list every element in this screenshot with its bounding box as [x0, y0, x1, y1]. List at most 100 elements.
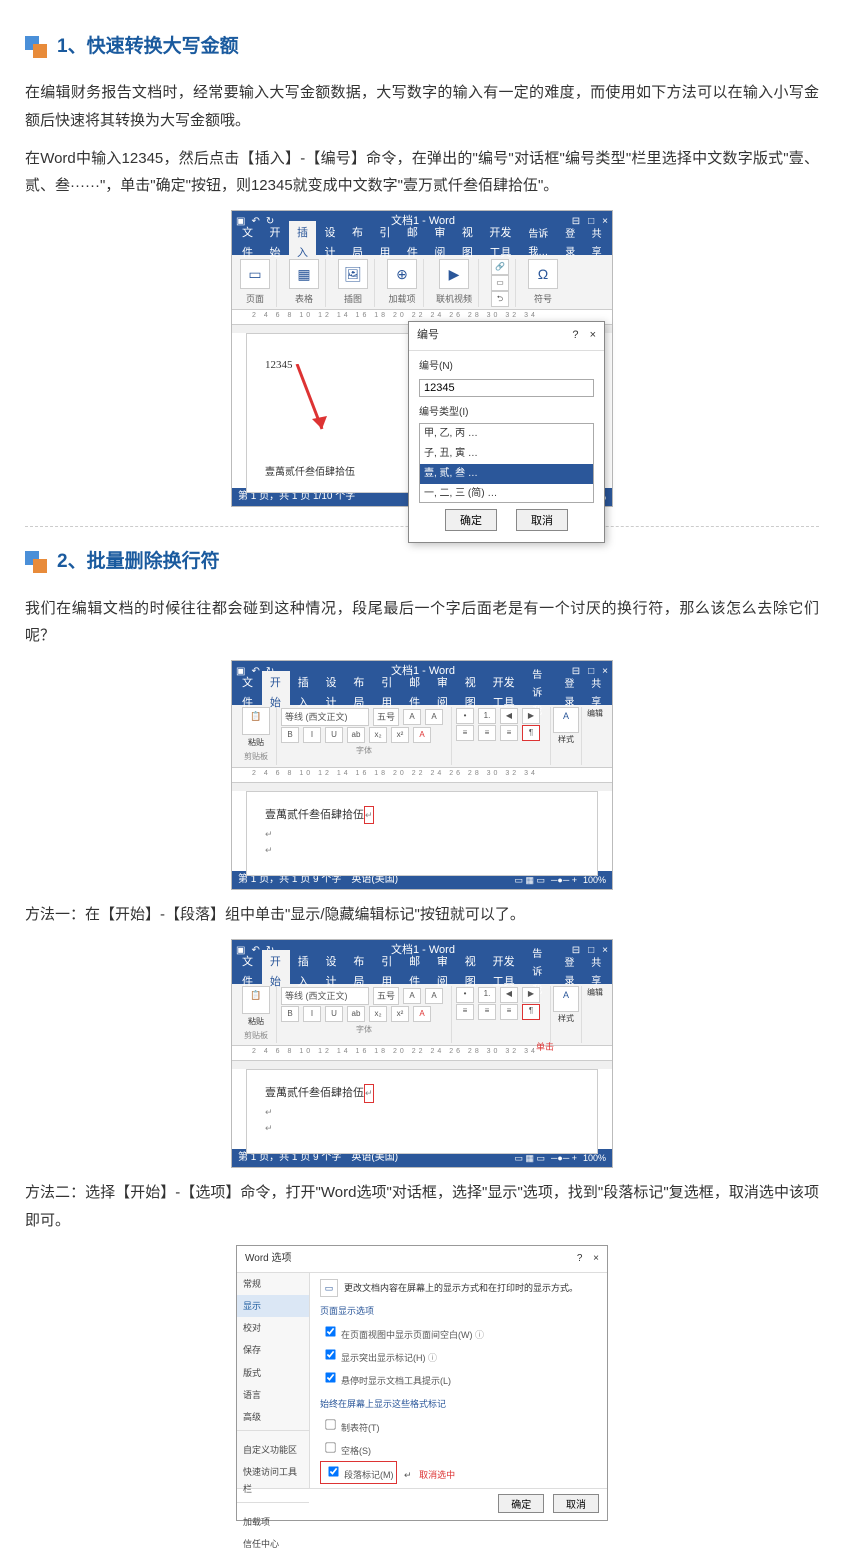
side-save[interactable]: 保存 [237, 1339, 309, 1361]
align-l-icon[interactable]: ≡ [456, 1004, 474, 1020]
options-main: ▭ 更改文档内容在屏幕上的显示方式和在打印时的显示方式。 页面显示选项 在页面视… [310, 1273, 607, 1488]
color-icon[interactable]: A [413, 727, 431, 743]
strike-icon[interactable]: ab [347, 1006, 365, 1022]
dialog-help-icon[interactable]: ? [577, 1253, 583, 1264]
align-c-icon[interactable]: ≡ [478, 725, 496, 741]
number-type-list[interactable]: 甲, 乙, 丙 … 子, 丑, 寅 … 壹, 贰, 叁 … 一, 二, 三 (简… [419, 423, 594, 503]
symbol-btn[interactable]: Ω [528, 259, 558, 289]
dialog-help-icon[interactable]: ? [572, 329, 578, 341]
table-btn[interactable]: ▦ [289, 259, 319, 289]
shrink-font-icon[interactable]: A [425, 988, 443, 1004]
grow-font-icon[interactable]: A [403, 988, 421, 1004]
doc-page[interactable]: 12345 壹萬贰仟叁佰肆拾伍 [246, 333, 434, 493]
word-options-dialog: Word 选项 ? × 常规 显示 校对 保存 版式 语言 高级 自定义功能区 … [236, 1245, 608, 1521]
font-size[interactable]: 五号 [373, 987, 399, 1005]
side-layout[interactable]: 版式 [237, 1362, 309, 1384]
addin-btn[interactable]: ⊕ [387, 259, 417, 289]
bookmark-icon[interactable]: ▭ [491, 275, 509, 291]
cb-space[interactable]: 空格(S) [320, 1438, 597, 1459]
numbering-icon[interactable]: 1. [478, 987, 496, 1003]
side-proofing[interactable]: 校对 [237, 1317, 309, 1339]
dialog-close-icon[interactable]: × [593, 1253, 599, 1264]
sub-icon[interactable]: x₂ [369, 1006, 387, 1022]
xref-icon[interactable]: ⮌ [491, 291, 509, 307]
numbering-icon[interactable]: 1. [478, 708, 496, 724]
cb-whitespace[interactable]: 在页面视图中显示页面间空白(W) ⓘ [320, 1322, 597, 1343]
link-icon[interactable]: 🔗 [491, 259, 509, 275]
indent-l-icon[interactable]: ◀ [500, 708, 518, 724]
number-input[interactable] [419, 379, 594, 397]
group1-title: 页面显示选项 [320, 1303, 597, 1319]
edit-group: 编辑 [582, 986, 608, 1044]
font-name[interactable]: 等线 (西文正文) [281, 987, 369, 1005]
align-r-icon[interactable]: ≡ [500, 725, 518, 741]
italic-icon[interactable]: I [303, 727, 321, 743]
cb-tooltip[interactable]: 悬停时显示文档工具提示(L) [320, 1368, 597, 1389]
paste-button[interactable]: 📋 [242, 707, 270, 735]
side-qat[interactable]: 快速访问工具栏 [237, 1461, 309, 1499]
align-c-icon[interactable]: ≡ [478, 1004, 496, 1020]
section-1-para-2: 在Word中输入12345，然后点击【插入】-【编号】命令，在弹出的"编号"对话… [25, 145, 819, 201]
doc-page[interactable]: 壹萬贰仟叁佰肆拾伍↵ ↵ ↵ [246, 791, 598, 876]
dialog-title: 编号 ? × [409, 322, 604, 351]
side-custom-ribbon[interactable]: 自定义功能区 [237, 1439, 309, 1461]
style-btn[interactable]: A [553, 986, 579, 1012]
word-window: ▣ ↶ ↻ 文档1 - Word ⊟ □ × 文件 开始 插入 设计 布局 引用… [231, 210, 613, 507]
cb-highlight[interactable]: 显示突出显示标记(H) ⓘ [320, 1345, 597, 1366]
font-name[interactable]: 等线 (西文正文) [281, 708, 369, 726]
align-r-icon[interactable]: ≡ [500, 1004, 518, 1020]
bullets-icon[interactable]: • [456, 708, 474, 724]
clipboard-group: 📋 粘贴 剪贴板 [236, 707, 277, 765]
side-general[interactable]: 常规 [237, 1273, 309, 1295]
sup-icon[interactable]: x² [391, 727, 409, 743]
options-cancel-button[interactable]: 取消 [553, 1494, 599, 1513]
word-window-2: ▣ ↶ ↻ 文档1 - Word ⊟ □ × 文件 开始 插入 设计 布局 引用… [231, 660, 613, 890]
side-trust[interactable]: 信任中心 [237, 1533, 309, 1555]
section-1-title-text: 1、快速转换大写金额 [57, 30, 239, 64]
cb-tab[interactable]: 制表符(T) [320, 1415, 597, 1436]
paste-button[interactable]: 📋 [242, 986, 270, 1014]
underline-icon[interactable]: U [325, 1006, 343, 1022]
side-display[interactable]: 显示 [237, 1295, 309, 1317]
page-btn[interactable]: ▭ [240, 259, 270, 289]
share[interactable]: 共享 [584, 223, 610, 265]
bullets-icon[interactable]: • [456, 987, 474, 1003]
video-btn[interactable]: ▶ [439, 259, 469, 289]
cancel-button[interactable]: 取消 [516, 509, 568, 531]
pic-btn[interactable]: 🖼 [338, 259, 368, 289]
cb-hidden[interactable]: 隐藏文字(D) abc [320, 1486, 597, 1488]
style-btn[interactable]: A [553, 707, 579, 733]
red-arrow-icon [277, 364, 337, 444]
sub-icon[interactable]: x₂ [369, 727, 387, 743]
strike-icon[interactable]: ab [347, 727, 365, 743]
indent-r-icon[interactable]: ▶ [522, 708, 540, 724]
doc-area: 12345 壹萬贰仟叁佰肆拾伍 编号 ? × 编号(N) [232, 333, 612, 488]
underline-icon[interactable]: U [325, 727, 343, 743]
options-ok-button[interactable]: 确定 [498, 1494, 544, 1513]
type-label: 编号类型(I) [419, 407, 468, 418]
indent-l-icon[interactable]: ◀ [500, 987, 518, 1003]
dialog-close-icon[interactable]: × [590, 329, 596, 341]
align-l-icon[interactable]: ≡ [456, 725, 474, 741]
bold-icon[interactable]: B [281, 727, 299, 743]
indent-r-icon[interactable]: ▶ [522, 987, 540, 1003]
doc-page[interactable]: 壹萬贰仟叁佰肆拾伍↵ ↵ ↵ [246, 1069, 598, 1154]
font-size[interactable]: 五号 [373, 708, 399, 726]
page-icon: ▭ [320, 1279, 338, 1297]
sup-icon[interactable]: x² [391, 1006, 409, 1022]
ok-button[interactable]: 确定 [445, 509, 497, 531]
show-hide-marks-button[interactable]: ¶ [522, 1004, 540, 1020]
grow-font-icon[interactable]: A [403, 709, 421, 725]
color-icon[interactable]: A [413, 1006, 431, 1022]
shrink-font-icon[interactable]: A [425, 709, 443, 725]
side-language[interactable]: 语言 [237, 1384, 309, 1406]
ribbon-tabs: 文件 开始 插入 设计 布局 引用 邮件 审阅 视图 开发工具 告诉我 登录 共… [232, 962, 612, 984]
ribbon-body: 📋 粘贴 剪贴板 等线 (西文正文) 五号 A A B I U [232, 705, 612, 768]
side-addins[interactable]: 加载项 [237, 1511, 309, 1533]
cb-paragraph-mark[interactable]: 段落标记(M) ↵ 取消选中 [320, 1461, 597, 1484]
group-link: 🔗 ▭ ⮌ [489, 259, 516, 307]
show-hide-marks-button[interactable]: ¶ [522, 725, 540, 741]
side-advanced[interactable]: 高级 [237, 1406, 309, 1428]
bold-icon[interactable]: B [281, 1006, 299, 1022]
italic-icon[interactable]: I [303, 1006, 321, 1022]
